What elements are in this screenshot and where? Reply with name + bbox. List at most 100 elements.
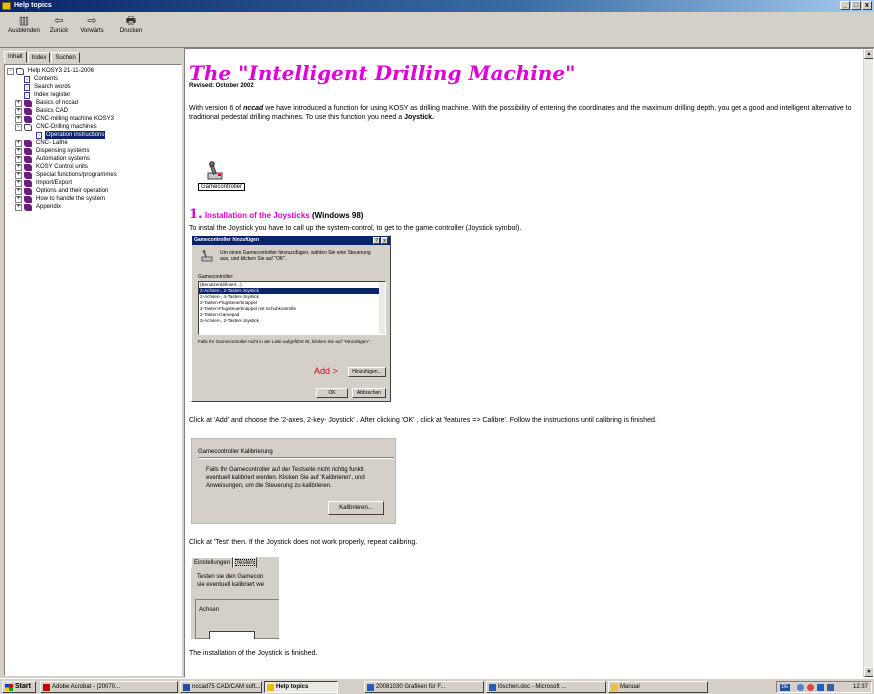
tree-item-label: Help KOSY3 21-11-2006 xyxy=(28,68,94,74)
network-icon[interactable] xyxy=(797,684,804,691)
tree-item-label: Dispensing systems xyxy=(36,148,90,154)
clock: 12:37 xyxy=(852,684,868,690)
dialog-title: Gamecontroller hinzufügen xyxy=(192,236,390,245)
tree-item[interactable]: + Appendix xyxy=(7,203,181,211)
tree-item-label: Index register xyxy=(34,92,71,98)
test-text: Testen sie den Gamecon sie eventuell kal… xyxy=(197,573,279,589)
window-title: Help topics xyxy=(14,2,52,9)
tab-search[interactable]: Suchen xyxy=(51,52,80,63)
tree-item-label: How to handle the system xyxy=(36,196,106,202)
expand-icon[interactable]: + xyxy=(15,139,22,147)
joystick-icon xyxy=(201,250,213,262)
tree-item[interactable]: + Basics CAD xyxy=(7,107,181,115)
language-indicator[interactable]: DE xyxy=(780,684,790,691)
back-label: Zurück xyxy=(49,28,69,34)
volume-icon[interactable] xyxy=(827,684,834,691)
expand-icon[interactable]: + xyxy=(15,195,22,203)
help-icon xyxy=(267,684,274,691)
expand-icon[interactable]: + xyxy=(15,99,22,107)
back-arrow-icon: ⇦ xyxy=(54,15,64,27)
scroll-down-button[interactable]: ▼ xyxy=(864,667,873,677)
forward-button[interactable]: ⇨ Vorwärts xyxy=(74,14,110,34)
expand-icon[interactable]: + xyxy=(15,163,22,171)
expand-icon[interactable]: + xyxy=(15,179,22,187)
print-icon: 🖶 xyxy=(125,15,137,27)
tree-item[interactable]: + How to handle the system xyxy=(7,195,181,203)
tab-index[interactable]: Index xyxy=(27,52,51,63)
tree-item[interactable]: ? Contents xyxy=(7,75,181,83)
tree-item[interactable]: ? Operation instructions xyxy=(7,130,181,140)
tree-item[interactable]: + CNC-milling machine KOSY3 xyxy=(7,115,181,123)
hide-button[interactable]: ▥ Ausblenden xyxy=(4,14,44,34)
tree-item[interactable]: + Options and their operation xyxy=(7,187,181,195)
tree-item[interactable]: + KOSY Control units xyxy=(7,163,181,171)
tree-item-label: Basics of nccad xyxy=(36,100,79,106)
tree-item-label: Import/Export xyxy=(36,180,73,186)
start-button[interactable]: Start xyxy=(2,681,36,693)
book-icon xyxy=(24,179,32,187)
list-item: 3-Achsen-, 2-Tasten-Joystick xyxy=(200,318,259,323)
collapse-icon[interactable]: - xyxy=(7,67,14,75)
expand-icon[interactable]: + xyxy=(15,203,22,211)
scroll-up-button[interactable]: ▲ xyxy=(864,49,873,59)
forward-label: Vorwärts xyxy=(80,28,104,34)
tree-item[interactable]: + Special functions/programmes xyxy=(7,171,181,179)
tree-item[interactable]: + Dispensing systems xyxy=(7,147,181,155)
minimize-button[interactable]: _ xyxy=(840,1,850,10)
security-icon[interactable] xyxy=(807,684,814,691)
gamecontroller-icon[interactable] xyxy=(205,161,225,181)
contents-tree[interactable]: - Help KOSY3 21-11-2006? Contents? Search w… xyxy=(4,64,182,676)
task-help-topics[interactable]: Help topics xyxy=(264,681,338,693)
task-grafiken[interactable]: 20081030 Grafiken für F... xyxy=(364,681,484,693)
tree-item[interactable]: ? Index register xyxy=(7,91,181,99)
tree-item[interactable]: + CNC- Lathe xyxy=(7,139,181,147)
tree-item-label: Special functions/programmes xyxy=(36,172,117,178)
tree-item[interactable]: - CNC-Drilling machines xyxy=(7,123,181,131)
forward-arrow-icon: ⇨ xyxy=(87,15,97,27)
windows-flag-icon xyxy=(5,684,13,691)
task-label: Help topics xyxy=(276,684,309,690)
task-loeschen[interactable]: löschen.doc - Microsoft ... xyxy=(486,681,606,693)
print-button[interactable]: 🖶 Drucken xyxy=(114,14,148,34)
calibration-group-label: Gamecontroller Kalibrierung xyxy=(198,449,273,455)
back-button[interactable]: ⇦ Zurück xyxy=(44,14,74,34)
expand-icon[interactable]: + xyxy=(15,107,22,115)
task-label: löschen.doc - Microsoft ... xyxy=(498,684,567,690)
vertical-scrollbar[interactable]: ▲ ▼ xyxy=(863,49,873,677)
help-app-icon xyxy=(2,2,11,10)
dialog-ok-button: OK xyxy=(316,388,348,398)
title-bar[interactable]: Help topics _ □ x xyxy=(0,0,874,12)
tree-item[interactable]: ? Search words xyxy=(7,83,181,91)
intro-text-c: we have introduced a function for using … xyxy=(189,105,852,121)
acrobat-icon xyxy=(43,684,50,691)
tree-item[interactable]: + Import/Export xyxy=(7,179,181,187)
expand-icon[interactable]: + xyxy=(15,187,22,195)
calibration-text-line: Falls Ihr Gamecontroller auf der Testsei… xyxy=(206,467,364,473)
hide-label: Ausblenden xyxy=(8,28,40,34)
expand-icon[interactable]: + xyxy=(15,147,22,155)
tree-item[interactable]: + Basics of nccad xyxy=(7,99,181,107)
taskbar: Start Adobe Acrobat - [20070... nccad75 … xyxy=(0,678,874,694)
revised-date: Revised: October 2002 xyxy=(189,83,254,89)
expand-icon[interactable]: + xyxy=(15,155,22,163)
topic-content-pane[interactable]: The "Intelligent Drilling Machine" Revis… xyxy=(184,48,874,678)
dialog-message: Um einen Gamecontroller hinzuzufügen, wä… xyxy=(220,250,371,262)
tree-item[interactable]: + Automation systems xyxy=(7,155,181,163)
close-button[interactable]: x xyxy=(862,1,872,10)
nav-tabs: Inhalt Index Suchen xyxy=(4,51,81,64)
task-nccad[interactable]: nccad75 CAD/CAM soft... xyxy=(180,681,262,693)
dialog-group-label: Gamecontroller: xyxy=(198,274,234,280)
tab-contents[interactable]: Inhalt xyxy=(4,51,27,63)
maximize-button[interactable]: □ xyxy=(851,1,861,10)
tray-app-icon[interactable] xyxy=(817,684,824,691)
expand-icon[interactable]: + xyxy=(15,171,22,179)
calibration-text-line: Anweisungen, um die Steuerung zu kalibri… xyxy=(206,483,332,489)
add-annotation: Add > xyxy=(314,366,338,376)
task-manual[interactable]: Manual xyxy=(608,681,708,693)
navigation-pane: Inhalt Index Suchen - Help KOSY3 21-11-20… xyxy=(4,51,182,676)
help-window: Help topics _ □ x ▥ Ausblenden ⇦ Zurück … xyxy=(0,0,874,678)
expand-icon[interactable]: + xyxy=(15,115,22,123)
task-acrobat[interactable]: Adobe Acrobat - [20070... xyxy=(40,681,178,693)
tree-item[interactable]: - Help KOSY3 21-11-2006 xyxy=(7,67,181,75)
collapse-icon[interactable]: - xyxy=(15,123,22,131)
